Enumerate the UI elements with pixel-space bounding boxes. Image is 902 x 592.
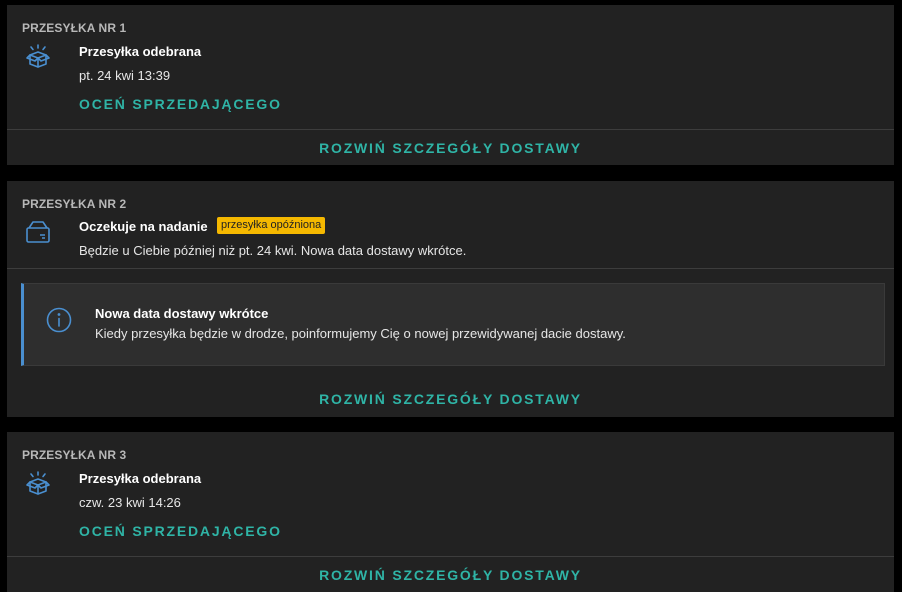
divider	[7, 129, 894, 130]
info-title: Nowa data dostawy wkrótce	[95, 306, 269, 321]
rate-seller-link[interactable]: OCEŃ SPRZEDAJĄCEGO	[79, 96, 282, 112]
shipment-card-2: PRZESYŁKA NR 2 Oczekuje na nadanie przes…	[7, 181, 894, 417]
shipment-card-1: PRZESYŁKA NR 1 Przesyłka odebrana pt. 24…	[7, 5, 894, 165]
status-date: czw. 23 kwi 14:26	[79, 495, 181, 510]
expand-delivery-details-button[interactable]: ROZWIŃ SZCZEGÓŁY DOSTAWY	[7, 140, 894, 156]
status-description: Będzie u Ciebie później niż pt. 24 kwi. …	[79, 243, 467, 258]
status-date: pt. 24 kwi 13:39	[79, 68, 171, 83]
open-box-icon	[25, 470, 51, 496]
box-icon	[25, 219, 51, 245]
divider	[7, 556, 894, 557]
delayed-badge: przesyłka opóźniona	[217, 217, 326, 234]
expand-delivery-details-button[interactable]: ROZWIŃ SZCZEGÓŁY DOSTAWY	[7, 567, 894, 583]
info-text: Kiedy przesyłka będzie w drodze, poinfor…	[95, 326, 626, 341]
divider	[7, 268, 894, 269]
expand-delivery-details-button[interactable]: ROZWIŃ SZCZEGÓŁY DOSTAWY	[7, 391, 894, 407]
open-box-icon	[25, 43, 51, 69]
status-title: Przesyłka odebrana	[79, 471, 202, 486]
shipment-card-3: PRZESYŁKA NR 3 Przesyłka odebrana czw. 2…	[7, 432, 894, 592]
rate-seller-link[interactable]: OCEŃ SPRZEDAJĄCEGO	[79, 523, 282, 539]
status-title: Oczekuje na nadanie	[79, 219, 208, 234]
shipment-number: PRZESYŁKA NR 1	[22, 21, 127, 35]
status-title: Przesyłka odebrana	[79, 44, 202, 59]
info-box: Nowa data dostawy wkrótce Kiedy przesyłk…	[21, 283, 885, 366]
shipment-number: PRZESYŁKA NR 2	[22, 197, 127, 211]
info-icon	[46, 307, 72, 333]
shipment-number: PRZESYŁKA NR 3	[22, 448, 127, 462]
